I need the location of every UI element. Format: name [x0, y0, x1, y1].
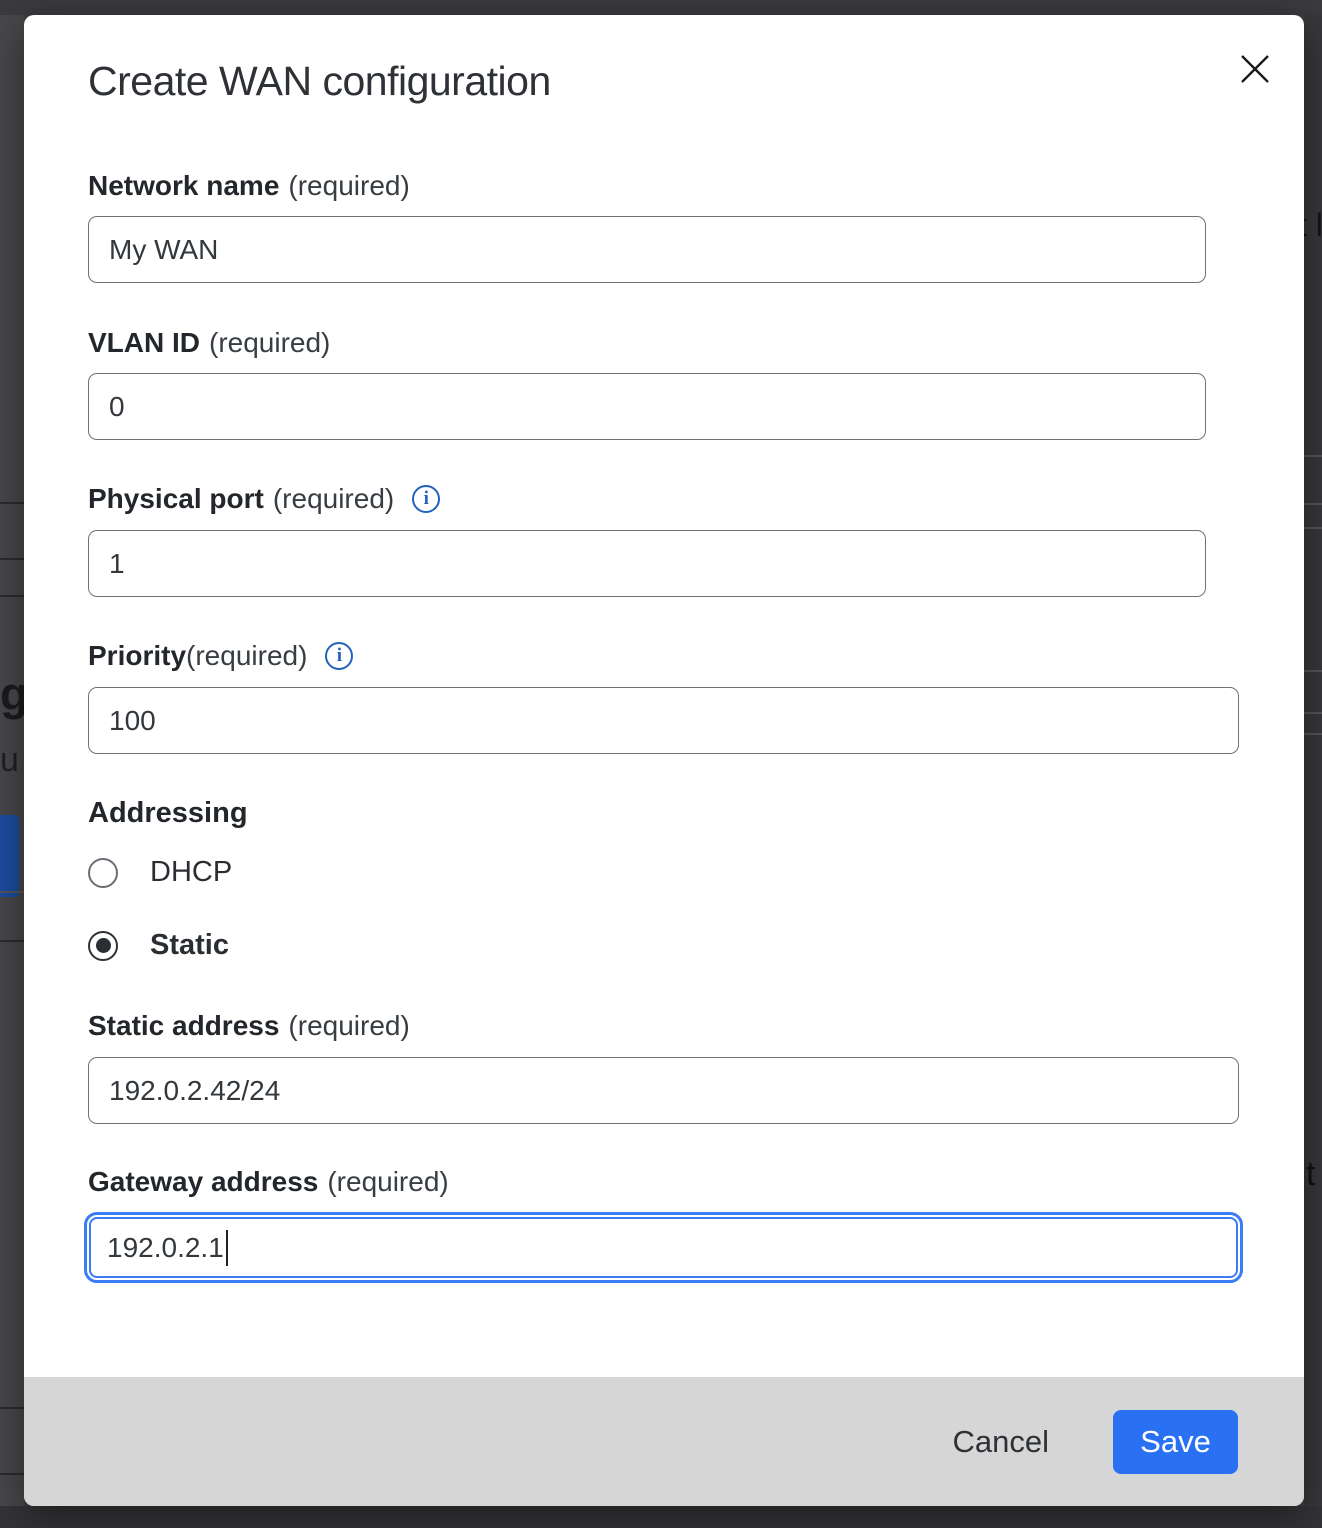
- radio-circle-unchecked: [88, 858, 118, 888]
- bg-text-fragment: u: [0, 741, 19, 780]
- priority-input[interactable]: 100: [88, 687, 1239, 754]
- physical-port-label: Physical port (required) i: [88, 483, 440, 515]
- bg-text-fragment: t l: [1304, 207, 1322, 244]
- bg-text-fragment: g: [0, 667, 24, 721]
- bg-row-line: [1304, 503, 1322, 505]
- dialog-title: Create WAN configuration: [88, 58, 551, 105]
- bg-row-line: [0, 502, 24, 504]
- bg-row-line: [1304, 527, 1322, 529]
- save-button[interactable]: Save: [1113, 1410, 1238, 1474]
- bg-row-line: [1304, 455, 1322, 457]
- vlan-id-label: VLAN ID (required): [88, 327, 330, 359]
- bg-row-line: [1304, 733, 1322, 735]
- bg-row-line: [1304, 670, 1322, 672]
- info-icon[interactable]: i: [325, 642, 353, 670]
- overlay-top: [0, 0, 1322, 15]
- bg-row-line: [1304, 712, 1322, 714]
- bg-row-line: [0, 940, 24, 942]
- radio-dot: [96, 938, 111, 953]
- physical-port-input[interactable]: 1: [88, 530, 1206, 597]
- create-wan-dialog: Create WAN configuration Network name (r…: [24, 15, 1304, 1506]
- bg-row-line: [0, 891, 24, 893]
- dialog-footer: Cancel Save: [24, 1377, 1304, 1506]
- priority-label: Priority (required) i: [88, 640, 353, 672]
- static-address-label: Static address (required): [88, 1010, 410, 1042]
- overlay-right: t l t: [1304, 15, 1322, 1506]
- text-cursor: [226, 1230, 228, 1266]
- gateway-address-input-inner: 192.0.2.1: [89, 1217, 1238, 1278]
- bg-row-line: [0, 595, 24, 597]
- vlan-id-input[interactable]: 0: [88, 373, 1206, 440]
- bg-row-line: [0, 1407, 24, 1409]
- info-icon[interactable]: i: [412, 485, 440, 513]
- bg-text-fragment: t: [1306, 1155, 1315, 1194]
- radio-circle-checked: [88, 931, 118, 961]
- cancel-button[interactable]: Cancel: [939, 1414, 1064, 1470]
- network-name-label: Network name (required): [88, 170, 410, 202]
- close-button[interactable]: [1229, 43, 1281, 95]
- bg-row-line: [0, 558, 24, 560]
- network-name-input[interactable]: My WAN: [88, 216, 1206, 283]
- overlay-left: g u: [0, 15, 24, 1506]
- static-address-input[interactable]: 192.0.2.42/24: [88, 1057, 1239, 1124]
- gateway-address-label: Gateway address (required): [88, 1166, 449, 1198]
- overlay-bottom: [0, 1506, 1322, 1528]
- gateway-address-input[interactable]: 192.0.2.1: [84, 1212, 1243, 1283]
- addressing-heading: Addressing: [88, 797, 248, 830]
- close-icon: [1238, 52, 1272, 86]
- bg-row-line: [0, 1473, 24, 1475]
- bg-blue-button-fragment: [0, 815, 19, 897]
- radio-static[interactable]: Static: [88, 929, 229, 962]
- radio-dhcp[interactable]: DHCP: [88, 856, 232, 889]
